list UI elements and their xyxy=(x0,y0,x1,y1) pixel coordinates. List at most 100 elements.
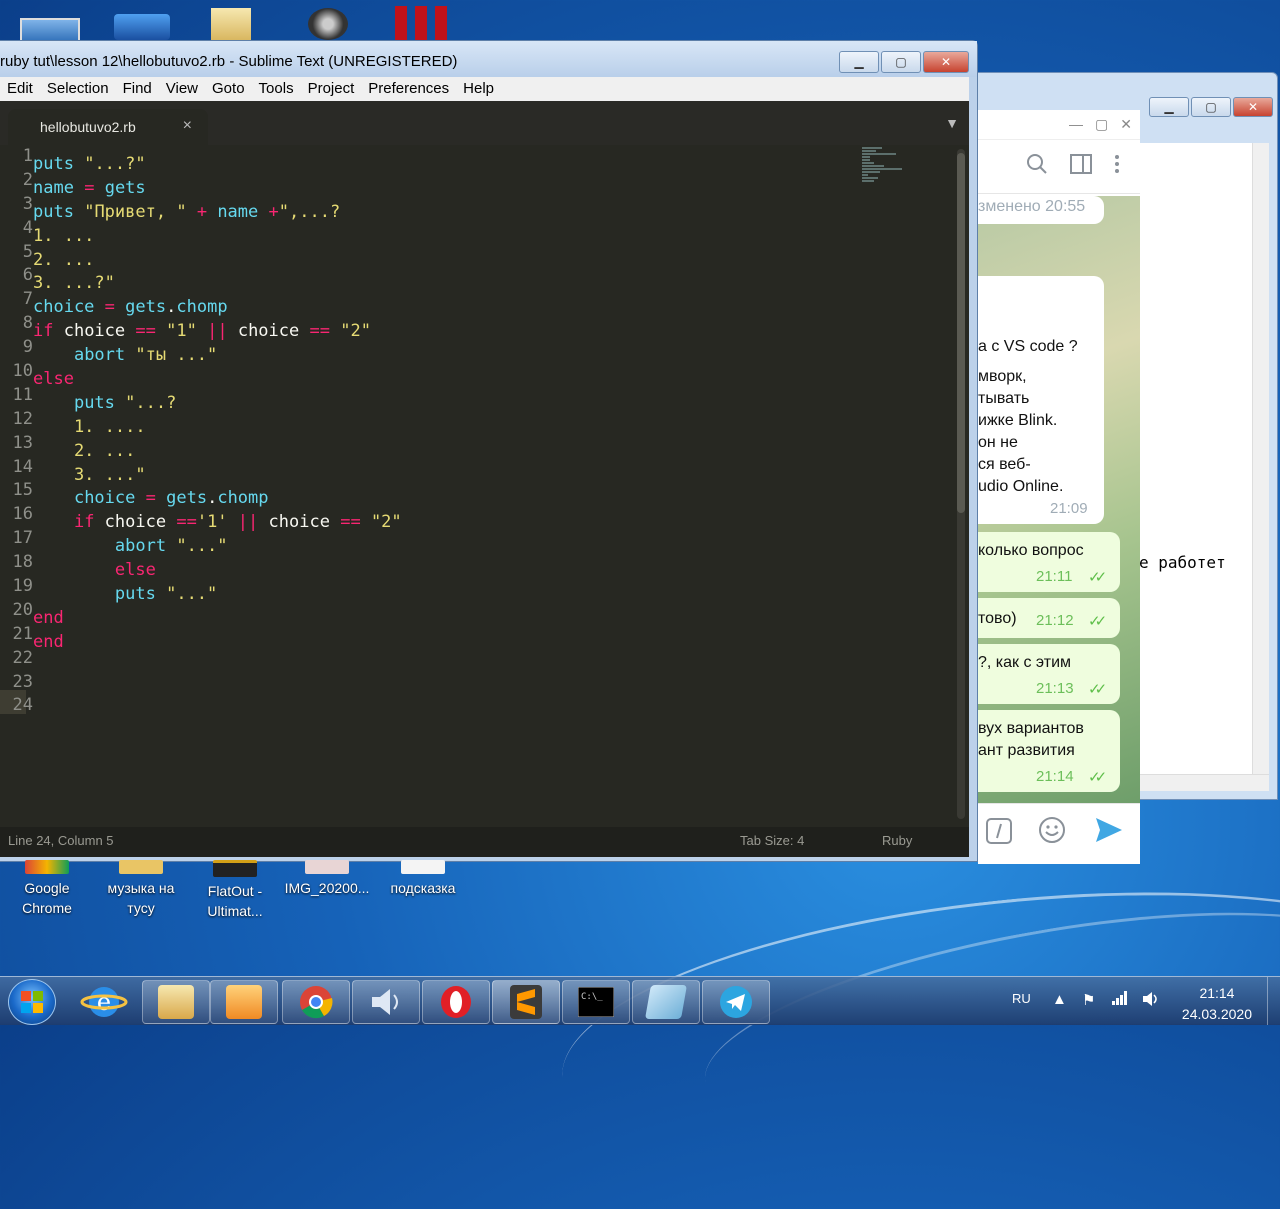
menu-selection[interactable]: Selection xyxy=(40,77,116,101)
code-line[interactable]: 15 choice = gets.chomp xyxy=(0,479,402,508)
message-bubble-outgoing[interactable]: тово) 21:12 ✓✓ xyxy=(978,598,1120,638)
commands-icon[interactable] xyxy=(986,818,1012,849)
desktop-icon-label: музыка на тусу xyxy=(107,880,175,916)
syntax-mode[interactable]: Ruby xyxy=(882,827,912,855)
desktop-icon-app2[interactable] xyxy=(393,0,453,40)
maximize-button[interactable]: ▢ xyxy=(1191,97,1231,117)
code-line[interactable]: 7choice = gets.chomp xyxy=(0,288,402,317)
taskbar-telegram[interactable] xyxy=(702,980,770,1024)
desktop-icon-google-chrome[interactable]: Google Chrome xyxy=(4,860,90,918)
window-titlebar[interactable]: ruby tut\lesson 12\hellobutuvo2.rb - Sub… xyxy=(0,41,977,77)
message-bubble[interactable]: а с VS code ? мворк, тывать ижке Blink. … xyxy=(978,276,1104,524)
maximize-button[interactable]: ▢ xyxy=(881,51,921,73)
sublime-text-window[interactable]: ruby tut\lesson 12\hellobutuvo2.rb - Sub… xyxy=(0,40,978,862)
minimize-button[interactable]: ▁ xyxy=(1149,97,1189,117)
network-icon[interactable] xyxy=(1112,991,1128,1009)
send-icon[interactable] xyxy=(1094,816,1124,849)
minimize-button[interactable]: ▁ xyxy=(839,51,879,73)
taskbar-volume-app[interactable] xyxy=(352,980,420,1024)
tab-size[interactable]: Tab Size: 4 xyxy=(740,827,804,855)
minimize-icon[interactable]: — xyxy=(1069,116,1083,139)
sidebar-toggle-icon[interactable] xyxy=(1070,153,1092,180)
desktop-icon-music-folder[interactable]: музыка на тусу xyxy=(98,860,184,918)
code-line[interactable]: 21end xyxy=(0,623,402,652)
menu-help[interactable]: Help xyxy=(456,77,501,101)
menu-find[interactable]: Find xyxy=(116,77,159,101)
minimap[interactable] xyxy=(862,147,910,195)
editor-scrollbar[interactable] xyxy=(957,149,965,819)
close-button[interactable]: ✕ xyxy=(923,51,969,73)
menu-view[interactable]: View xyxy=(159,77,205,101)
tab-close-icon[interactable]: × xyxy=(183,117,192,135)
code-line[interactable]: 16 if choice =='1' || choice == "2" xyxy=(0,503,402,532)
message-bubble-outgoing[interactable]: вух вариантов ант развития 21:14 ✓✓ xyxy=(978,710,1120,792)
chrome-icon xyxy=(25,860,69,874)
horizontal-scrollbar[interactable] xyxy=(1139,774,1269,791)
code-line[interactable]: 24 xyxy=(0,694,402,718)
menu-preferences[interactable]: Preferences xyxy=(361,77,456,101)
message-bubble[interactable]: зменено 20:55 xyxy=(978,196,1104,224)
message-text: тывать xyxy=(978,390,1030,407)
volume-icon[interactable] xyxy=(1142,991,1160,1011)
desktop-icon-label: IMG_20200... xyxy=(284,880,370,896)
code-line[interactable]: 11 puts "...? xyxy=(0,384,402,413)
show-hidden-icons-icon[interactable]: ▲ xyxy=(1052,991,1067,1008)
speaker-icon xyxy=(372,989,398,1015)
search-icon[interactable] xyxy=(1026,153,1048,181)
taskbar-media-player[interactable] xyxy=(210,980,278,1024)
taskbar-cmd[interactable]: C:\_ xyxy=(562,980,630,1024)
action-center-flag-icon[interactable]: ⚑ xyxy=(1082,991,1095,1009)
message-bubble-outgoing[interactable]: ?, как с этим 21:13 ✓✓ xyxy=(978,644,1120,704)
language-indicator[interactable]: RU xyxy=(1012,991,1031,1006)
code-line[interactable]: 52. ... xyxy=(0,241,402,270)
code-line[interactable]: 1puts "...?" xyxy=(0,145,402,174)
telegram-window[interactable]: — ▢ ✕ зменено 20:55 а с VS code ? мворк,… xyxy=(978,110,1140,864)
taskbar-notepad[interactable] xyxy=(632,980,700,1024)
code-line[interactable]: 2name = gets xyxy=(0,169,402,198)
desktop-icon-computer[interactable] xyxy=(14,0,80,44)
line-number: 3 xyxy=(22,193,33,214)
menu-goto[interactable]: Goto xyxy=(205,77,252,101)
menu-edit[interactable]: Edit xyxy=(0,77,40,101)
show-desktop-button[interactable] xyxy=(1267,977,1280,1025)
message-text: мворк, xyxy=(978,368,1027,385)
desktop-icon-folder[interactable] xyxy=(205,0,265,40)
close-icon[interactable]: ✕ xyxy=(1120,116,1132,139)
more-menu-icon[interactable] xyxy=(1114,154,1120,180)
line-number: 23 xyxy=(12,671,33,692)
menu-project[interactable]: Project xyxy=(301,77,362,101)
clock[interactable]: 21:14 24.03.2020 xyxy=(1182,983,1252,1025)
line-number: 19 xyxy=(12,576,33,597)
tab-hellobutuvo2[interactable]: hellobutuvo2.rb × xyxy=(8,109,208,145)
close-button[interactable]: ✕ xyxy=(1233,97,1273,117)
start-button[interactable] xyxy=(8,979,56,1025)
taskbar-opera[interactable] xyxy=(422,980,490,1024)
vertical-scrollbar[interactable] xyxy=(1252,143,1269,775)
code-line[interactable]: 63. ...?" xyxy=(0,264,402,293)
taskbar-explorer[interactable] xyxy=(142,980,210,1024)
desktop-icon-app[interactable] xyxy=(112,0,172,40)
desktop-icon-flatout[interactable]: FlatOut - Ultimat... xyxy=(192,860,278,921)
code-line[interactable]: 13 2. ... xyxy=(0,432,402,461)
code-line[interactable]: 8if choice == "1" || choice == "2" xyxy=(0,312,402,341)
ie-taskbar-icon[interactable]: e xyxy=(80,983,128,1021)
clock-time: 21:14 xyxy=(1199,985,1235,1001)
scrollbar-thumb[interactable] xyxy=(957,153,965,513)
taskbar-sublime-text[interactable] xyxy=(492,980,560,1024)
desktop-icon-image[interactable]: IMG_20200... xyxy=(284,860,370,898)
desktop-icon-hint[interactable]: подсказка xyxy=(380,860,466,898)
desktop-icon-game[interactable] xyxy=(300,0,360,40)
code-line[interactable]: 3puts "Привет, " + name +",...? xyxy=(0,193,402,222)
code-line[interactable]: 19 puts "..." xyxy=(0,575,402,604)
message-bubble-outgoing[interactable]: колько вопрос 21:11 ✓✓ xyxy=(978,532,1120,592)
code-line[interactable]: 14 3. ..." xyxy=(0,456,402,485)
code-line[interactable]: 12 1. .... xyxy=(0,408,402,437)
tab-dropdown-icon[interactable]: ▼ xyxy=(945,115,959,131)
emoji-icon[interactable] xyxy=(1038,816,1066,849)
maximize-icon[interactable]: ▢ xyxy=(1095,116,1108,139)
code-content[interactable]: 1puts "...?" 2name = gets 3puts "Привет, "… xyxy=(0,145,402,718)
code-editor[interactable]: 1puts "...?" 2name = gets 3puts "Привет, "… xyxy=(0,145,969,827)
taskbar-chrome[interactable] xyxy=(282,980,350,1024)
menu-tools[interactable]: Tools xyxy=(252,77,301,101)
code-line[interactable]: 23 xyxy=(0,671,402,695)
